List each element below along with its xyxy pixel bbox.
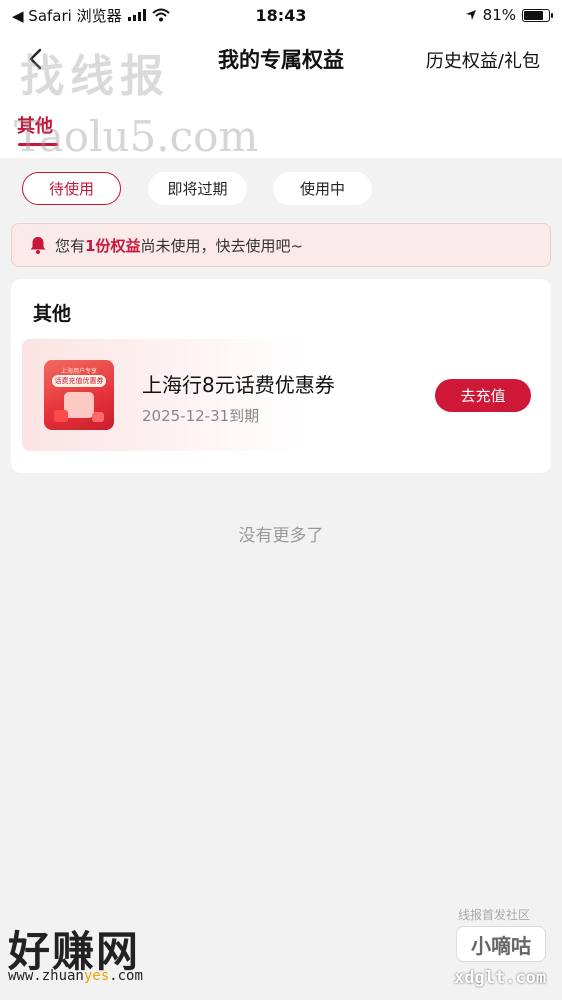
notice-highlight: 1份权益 (85, 236, 141, 255)
watermark-url-bottom: www.zhuanyes.com (8, 968, 143, 984)
coupon-item[interactable]: 上海用户专享 话费充值优惠券 上海行8元话费优惠券 2025-12-31到期 去… (22, 339, 540, 451)
battery-fill (524, 10, 544, 20)
gift-box-graphic (54, 410, 68, 422)
coupon-name: 上海行8元话费优惠券 (142, 373, 335, 397)
coupon-expiry: 2025-12-31到期 (142, 407, 260, 425)
status-bar: ◀ Safari 浏览器 18:43 81% (0, 0, 562, 30)
unused-notice: 您有 1份权益 尚未使用，快去使用吧~ (11, 223, 551, 267)
watermark-badge: 小嘀咕 (456, 926, 546, 962)
battery-percent: 81% (482, 6, 516, 24)
status-left: ◀ Safari 浏览器 (12, 5, 212, 26)
filter-pending[interactable]: 待使用 (22, 172, 121, 205)
bell-icon (30, 237, 46, 254)
section-title: 其他 (33, 303, 72, 325)
no-more-text: 没有更多了 (238, 526, 324, 546)
gift-box-graphic (64, 392, 94, 418)
thumb-title: 话费充值优惠券 (52, 375, 106, 387)
rights-card: 其他 上海用户专享 话费充值优惠券 上海行8元话费优惠券 2025-12-31到… (11, 279, 551, 473)
thumb-caption: 上海用户专享 (60, 368, 97, 375)
coupon-thumbnail: 上海用户专享 话费充值优惠券 (44, 360, 114, 430)
filter-chips: 待使用 即将过期 使用中 (0, 172, 562, 206)
filter-in-use[interactable]: 使用中 (273, 172, 372, 205)
status-right: 81% (350, 6, 553, 24)
watermark-url-part: yes (83, 968, 110, 984)
watermark-url-right: xdglt.com (454, 968, 547, 988)
location-icon (465, 10, 476, 20)
watermark-url: Taolu5.com (14, 112, 259, 161)
notice-suffix: 尚未使用，快去使用吧~ (140, 236, 304, 255)
watermark-url-part: .com (109, 968, 143, 984)
watermark-caption: 线报首发社区 (458, 908, 531, 922)
filter-expiring[interactable]: 即将过期 (148, 172, 247, 205)
status-time: 18:43 (255, 5, 307, 25)
signal-icon (127, 9, 146, 21)
history-rights-link[interactable]: 历史权益/礼包 (426, 47, 540, 73)
wifi-icon (151, 8, 170, 22)
notice-prefix: 您有 (55, 236, 86, 255)
watermark-url-part: www.zhuan (8, 968, 84, 984)
watermark-text: 找线报 (20, 51, 170, 102)
battery-icon (522, 8, 553, 22)
gift-box-graphic (92, 412, 104, 422)
back-to-app-link[interactable]: ◀ Safari 浏览器 (12, 5, 122, 26)
recharge-button[interactable]: 去充值 (435, 379, 531, 412)
